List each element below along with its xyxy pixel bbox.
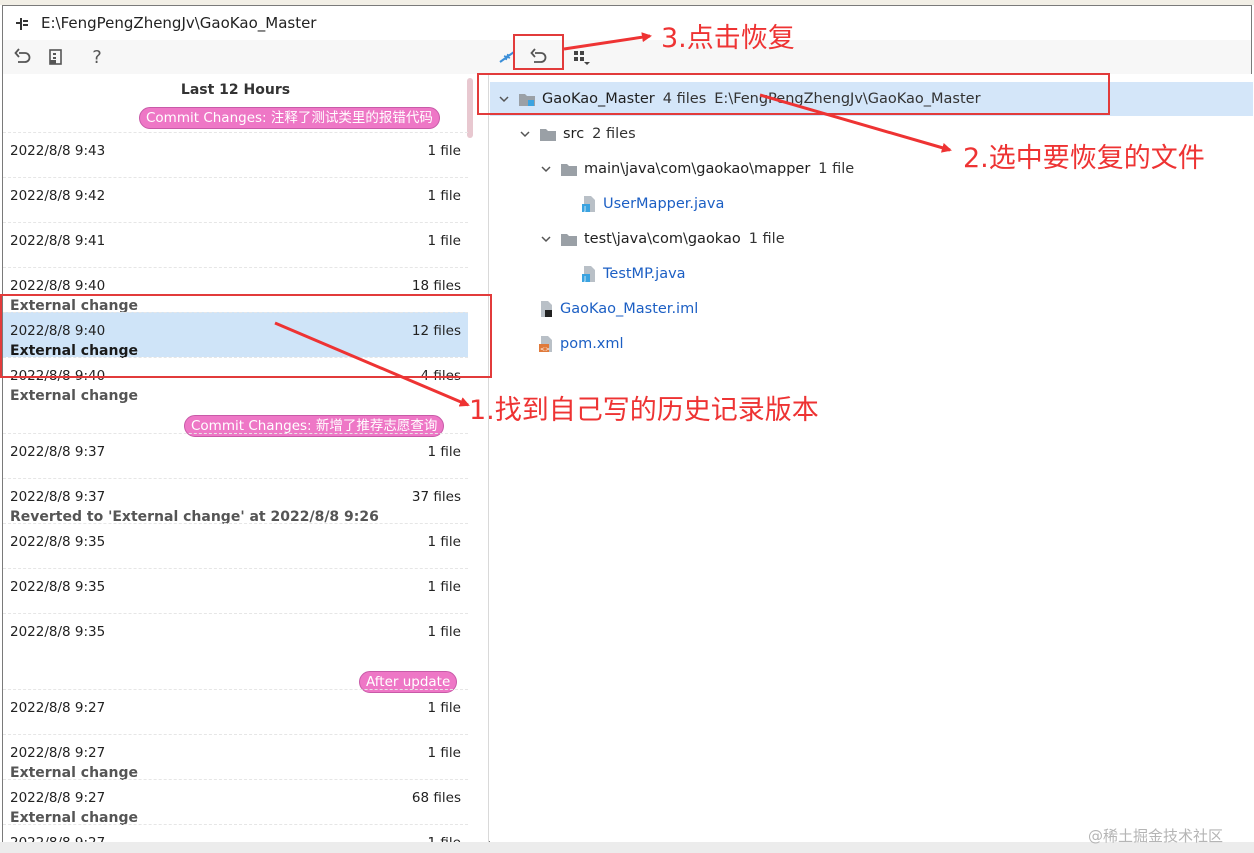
history-entry[interactable]: 2022/8/8 9:27 1 file <box>3 689 468 734</box>
iml-file-icon <box>538 300 554 318</box>
java-file-icon: J <box>581 195 597 213</box>
entry-date: 2022/8/8 9:37 <box>10 489 106 505</box>
svg-text:J: J <box>583 275 586 283</box>
entry-date: 2022/8/8 9:27 <box>10 700 106 716</box>
chevron-down-icon[interactable] <box>517 126 533 142</box>
entry-count: 1 file <box>427 745 461 761</box>
group-icon <box>574 51 590 65</box>
entry-date: 2022/8/8 9:27 <box>10 745 106 761</box>
annotation-box-restore <box>513 34 564 70</box>
history-entry[interactable]: 2022/8/8 9:35 1 file <box>3 613 468 658</box>
history-entry[interactable]: 2022/8/8 9:27 68 files External change <box>3 779 468 826</box>
history-entry[interactable]: 2022/8/8 9:42 1 file <box>3 177 468 222</box>
entry-count: 1 file <box>427 624 461 640</box>
entry-description: External change <box>10 388 138 404</box>
title-bar: E:\FengPengZhengJv\GaoKao_Master <box>3 6 1251 40</box>
history-entry[interactable]: 2022/8/8 9:43 1 file <box>3 132 468 177</box>
folder-icon <box>560 162 578 176</box>
group-by-button[interactable] <box>569 45 593 69</box>
commit-badge: Commit Changes: 注释了测试类里的报错代码 <box>139 107 440 129</box>
tree-label: TestMP.java <box>603 266 686 282</box>
tree-row-file[interactable]: GaoKao_Master.iml <box>490 292 698 326</box>
taskbar-strip <box>0 842 1254 853</box>
tree-row-main-package[interactable]: main\java\com\gaokao\mapper 1 file <box>490 152 854 186</box>
svg-text:J: J <box>583 205 586 213</box>
svg-text:<>: <> <box>540 346 550 353</box>
history-entry[interactable]: 2022/8/8 9:27 1 file <box>3 824 468 843</box>
history-list-panel: Last 12 Hours Commit Changes: 注释了测试类里的报错… <box>3 74 489 843</box>
annotation-step1: 1.找到自己写的历史记录版本 <box>469 395 819 426</box>
entry-count: 1 file <box>427 444 461 460</box>
tree-row-src[interactable]: src 2 files <box>490 117 636 151</box>
history-entry[interactable]: 2022/8/8 9:37 37 files Reverted to 'Exte… <box>3 478 468 525</box>
tree-file-count: 2 files <box>592 126 636 142</box>
entry-count: 37 files <box>411 489 461 505</box>
entry-date: 2022/8/8 9:41 <box>10 233 106 249</box>
entry-count: 1 file <box>427 233 461 249</box>
revert-icon <box>14 48 31 63</box>
annotation-box-root <box>477 73 1110 115</box>
tree-row-file[interactable]: J UserMapper.java <box>490 187 724 221</box>
tree-label: pom.xml <box>560 336 624 352</box>
history-entry[interactable]: 2022/8/8 9:27 1 file External change <box>3 734 468 781</box>
archive-icon <box>49 49 62 65</box>
entry-date: 2022/8/8 9:43 <box>10 143 106 159</box>
entry-count: 1 file <box>427 534 461 550</box>
entry-date: 2022/8/8 9:42 <box>10 188 106 204</box>
history-entry[interactable]: 2022/8/8 9:35 1 file <box>3 568 468 613</box>
entry-date: 2022/8/8 9:40 <box>10 278 106 294</box>
toolbar: ? <box>3 40 1251 74</box>
tree-file-count: 1 file <box>748 231 785 247</box>
entry-count: 68 files <box>411 790 461 806</box>
entry-count: 1 file <box>427 700 461 716</box>
tree-label: test\java\com\gaokao <box>584 231 741 247</box>
java-file-icon: J <box>581 265 597 283</box>
entry-date: 2022/8/8 9:27 <box>10 790 106 806</box>
annotation-step2: 2.选中要恢复的文件 <box>963 143 1205 174</box>
tree-label: main\java\com\gaokao\mapper <box>584 161 811 177</box>
create-patch-button[interactable] <box>43 45 67 69</box>
tree-label: GaoKao_Master.iml <box>560 301 699 317</box>
history-entry[interactable]: 2022/8/8 9:41 1 file <box>3 222 468 267</box>
entry-date: 2022/8/8 9:37 <box>10 444 106 460</box>
entry-count: 18 files <box>411 278 461 294</box>
help-button[interactable]: ? <box>85 45 109 69</box>
chevron-down-icon[interactable] <box>538 161 554 177</box>
annotation-box-entry <box>0 294 492 378</box>
section-header: Last 12 Hours <box>180 82 291 98</box>
tree-label: UserMapper.java <box>603 196 725 212</box>
entry-count: 1 file <box>427 579 461 595</box>
tree-row-test-package[interactable]: test\java\com\gaokao 1 file <box>490 222 785 256</box>
tree-row-file[interactable]: <> pom.xml <box>490 327 624 361</box>
xml-file-icon: <> <box>538 335 554 353</box>
tree-file-count: 1 file <box>818 161 855 177</box>
changed-files-tree: GaoKao_Master 4 files E:\FengPengZhengJv… <box>490 74 1253 843</box>
watermark: @稀土掘金技术社区 <box>1088 827 1224 845</box>
app-icon <box>15 16 29 30</box>
annotation-step3: 3.点击恢复 <box>661 23 795 54</box>
revert-button[interactable] <box>11 45 35 69</box>
entry-date: 2022/8/8 9:35 <box>10 534 106 550</box>
entry-count: 1 file <box>427 143 461 159</box>
tree-row-file[interactable]: J TestMP.java <box>490 257 686 291</box>
entry-date: 2022/8/8 9:35 <box>10 624 106 640</box>
folder-icon <box>539 127 557 141</box>
chevron-down-icon[interactable] <box>538 231 554 247</box>
folder-icon <box>560 232 578 246</box>
history-entry[interactable]: 2022/8/8 9:37 1 file <box>3 433 468 478</box>
entry-count: 1 file <box>427 188 461 204</box>
window-title: E:\FengPengZhengJv\GaoKao_Master <box>41 14 317 32</box>
tree-label: src <box>563 126 585 142</box>
history-entry[interactable]: 2022/8/8 9:35 1 file <box>3 523 468 568</box>
entry-date: 2022/8/8 9:35 <box>10 579 106 595</box>
